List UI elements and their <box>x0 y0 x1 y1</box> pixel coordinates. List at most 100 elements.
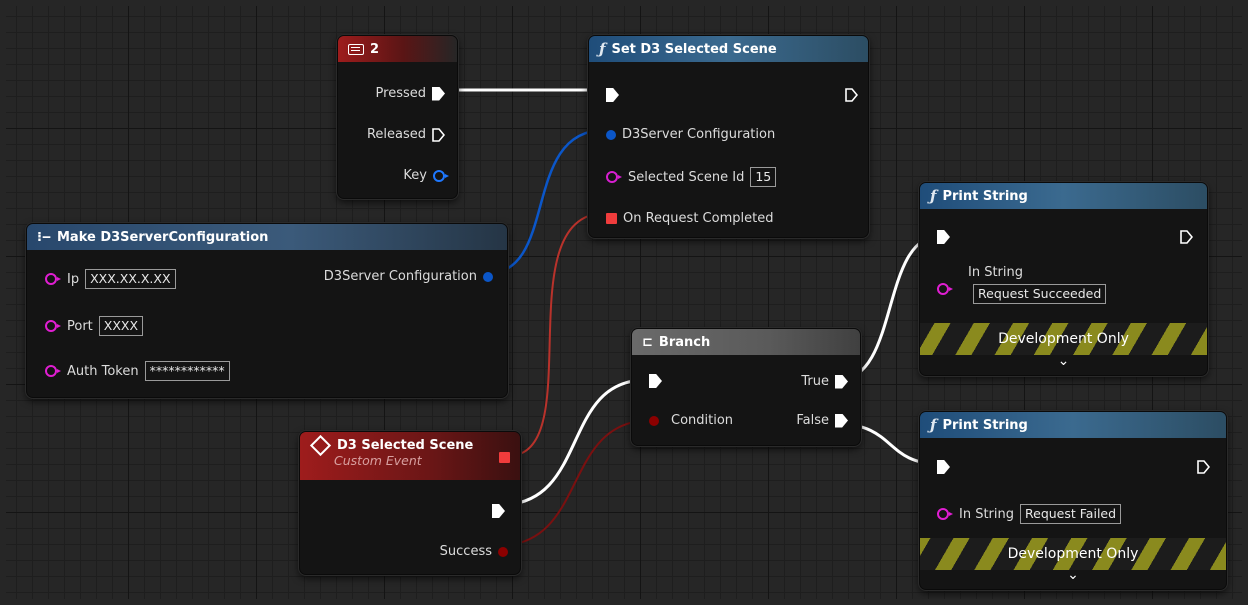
development-only-label: Development Only <box>998 331 1129 347</box>
in-string-label: In String <box>959 506 1015 522</box>
pin-condition[interactable]: Condition <box>649 413 733 428</box>
delegate-pin-icon[interactable] <box>606 213 617 224</box>
bool-pin-icon[interactable] <box>649 415 659 426</box>
print-fail-title: Print String <box>942 417 1028 433</box>
set-d3-selected-scene-node[interactable]: ƒ Set D3 Selected Scene D3Server Configu… <box>588 35 869 238</box>
pin-scene-id-label: Selected Scene Id <box>628 169 745 185</box>
string-pin-icon[interactable] <box>937 508 953 520</box>
exec-in-solid-icon[interactable] <box>937 230 950 244</box>
in-string-pin[interactable] <box>937 283 953 295</box>
pin-on-request-label: On Request Completed <box>623 211 774 226</box>
exec-out-hollow-icon[interactable] <box>432 127 445 142</box>
key-event-header[interactable]: 2 <box>338 36 457 62</box>
make-struct-icon: ⁝‒ <box>37 229 51 245</box>
make-config-title: Make D3ServerConfiguration <box>56 229 269 245</box>
print-fail-header[interactable]: ƒ Print String <box>920 412 1226 438</box>
pin-true-label: True <box>801 374 829 389</box>
delegate-out-pin-icon[interactable] <box>499 452 510 463</box>
function-icon: ƒ <box>599 40 606 58</box>
exec-in[interactable] <box>937 460 950 474</box>
pin-ip-label: Ip <box>67 271 80 287</box>
exec-out[interactable] <box>1197 460 1210 474</box>
pin-pressed[interactable]: Pressed <box>376 86 445 101</box>
in-string-input[interactable]: Request Succeeded <box>973 284 1107 304</box>
print-success-title: Print String <box>942 188 1028 204</box>
chevron-down-icon[interactable]: ⌄ <box>920 567 1226 583</box>
key-event-node[interactable]: 2 Pressed Released Key <box>337 35 458 199</box>
string-pin-icon[interactable] <box>45 365 61 377</box>
make-config-header[interactable]: ⁝‒ Make D3ServerConfiguration <box>27 224 507 250</box>
exec-in[interactable] <box>606 88 619 102</box>
event-diamond-icon <box>309 434 332 457</box>
exec-out-hollow-icon[interactable] <box>1180 230 1193 244</box>
pin-auth-label: Auth Token <box>67 363 139 379</box>
string-pin-icon[interactable] <box>937 283 953 295</box>
exec-out-solid-icon[interactable] <box>835 374 848 389</box>
pin-port-label: Port <box>67 318 93 334</box>
print-string-success-node[interactable]: ƒ Print String In String Request Succeed… <box>919 182 1208 376</box>
bool-pin-icon[interactable] <box>498 546 508 557</box>
in-string-label: In String <box>968 265 1024 280</box>
custom-event-header[interactable]: D3 Selected Scene Custom Event <box>300 432 520 480</box>
int-pin-icon[interactable] <box>606 171 622 183</box>
make-d3serverconfiguration-node[interactable]: ⁝‒ Make D3ServerConfiguration Ip XXX.XX.… <box>26 223 508 398</box>
scene-id-input[interactable]: 15 <box>750 167 777 187</box>
pin-auth-token[interactable]: Auth Token ************ <box>45 361 230 381</box>
port-input[interactable]: XXXX <box>98 316 144 336</box>
pin-ip[interactable]: Ip XXX.XX.X.XX <box>45 269 176 289</box>
ip-input[interactable]: XXX.XX.X.XX <box>85 269 176 289</box>
pin-key[interactable]: Key <box>403 168 449 183</box>
pin-config-label: D3Server Configuration <box>622 127 776 142</box>
pin-output-label: D3Server Configuration <box>323 269 477 284</box>
exec-out-solid-icon[interactable] <box>492 504 505 518</box>
in-string-input[interactable]: Request Failed <box>1020 504 1122 524</box>
pin-d3server-config-in[interactable]: D3Server Configuration <box>606 127 775 142</box>
development-only-label: Development Only <box>1007 546 1139 562</box>
auth-token-input[interactable]: ************ <box>144 361 230 381</box>
chevron-down-icon[interactable]: ⌄ <box>920 353 1207 369</box>
pin-false[interactable]: False <box>796 413 848 428</box>
set-scene-header[interactable]: ƒ Set D3 Selected Scene <box>589 36 868 62</box>
print-string-fail-node[interactable]: ƒ Print String In String Request Failed … <box>919 411 1227 590</box>
branch-node[interactable]: ⊏ Branch Condition True False <box>631 328 861 446</box>
exec-in-solid-icon[interactable] <box>937 460 950 474</box>
branch-header[interactable]: ⊏ Branch <box>632 329 860 355</box>
struct-pin-icon[interactable] <box>433 169 449 182</box>
string-pin-icon[interactable] <box>45 320 61 332</box>
wire-exec-branch <box>499 378 647 507</box>
custom-event-title: D3 Selected Scene <box>337 438 474 453</box>
pin-released[interactable]: Released <box>367 127 445 142</box>
exec-out-hollow-icon[interactable] <box>1197 460 1210 474</box>
pin-selected-scene-id[interactable]: Selected Scene Id 15 <box>606 167 777 187</box>
print-success-header[interactable]: ƒ Print String <box>920 183 1207 209</box>
exec-in-solid-icon[interactable] <box>606 88 619 102</box>
wire-delegate <box>507 212 607 457</box>
pin-false-label: False <box>796 413 829 428</box>
exec-in[interactable] <box>649 374 662 388</box>
key-event-title: 2 <box>370 41 380 57</box>
exec-in[interactable] <box>937 230 950 244</box>
pin-success[interactable]: Success <box>440 544 508 559</box>
exec-out-solid-icon[interactable] <box>835 413 848 428</box>
pin-true[interactable]: True <box>801 374 848 389</box>
string-pin-icon[interactable] <box>45 273 61 285</box>
exec-out[interactable] <box>492 504 505 518</box>
exec-out-solid-icon[interactable] <box>432 86 445 101</box>
pin-on-request-completed[interactable]: On Request Completed <box>606 211 773 226</box>
pin-success-label: Success <box>439 544 492 559</box>
struct-pin-icon[interactable] <box>606 129 616 140</box>
set-scene-title: Set D3 Selected Scene <box>611 41 777 57</box>
pin-d3server-config-out[interactable]: D3Server Configuration <box>324 269 493 284</box>
keyboard-icon <box>348 43 364 55</box>
pin-port[interactable]: Port XXXX <box>45 316 144 336</box>
branch-title: Branch <box>658 334 711 350</box>
exec-in-solid-icon[interactable] <box>649 374 662 388</box>
blueprint-graph-canvas[interactable]: 2 Pressed Released Key ƒ Set D3 Selected… <box>6 6 1242 599</box>
struct-pin-icon[interactable] <box>483 271 493 282</box>
pin-released-label: Released <box>366 127 426 142</box>
exec-out[interactable] <box>845 88 858 102</box>
custom-event-node[interactable]: D3 Selected Scene Custom Event Success <box>299 431 521 575</box>
exec-out[interactable] <box>1180 230 1193 244</box>
in-string-pin[interactable]: In String Request Failed <box>937 504 1122 524</box>
exec-out-hollow-icon[interactable] <box>845 88 858 102</box>
